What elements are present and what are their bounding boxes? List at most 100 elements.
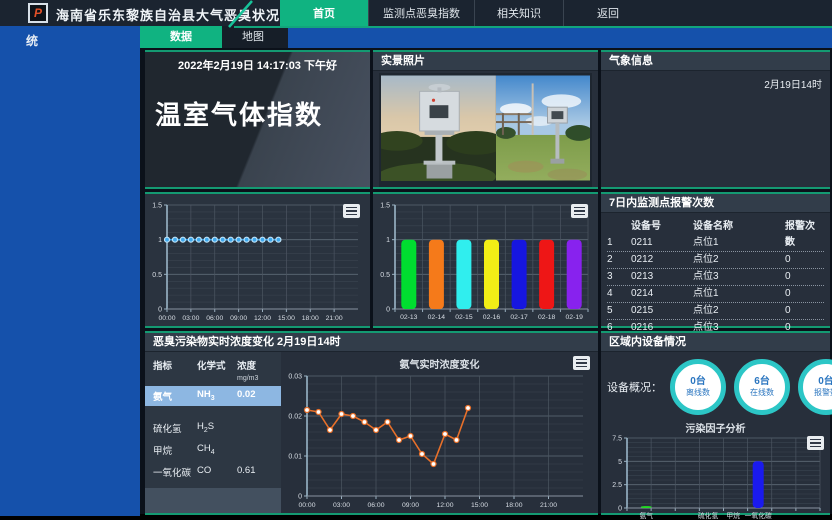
- chart-menu-icon[interactable]: [571, 204, 588, 218]
- svg-text:0.02: 0.02: [288, 414, 302, 421]
- pollutant-panel-title: 恶臭污染物实时浓度变化 2月19日14时: [145, 333, 598, 352]
- table-filler: [145, 488, 281, 513]
- chart-menu-icon[interactable]: [343, 204, 360, 218]
- alarm-panel-title: 7日内监测点报警次数: [601, 194, 830, 213]
- ammonia-chart-title: 氨气实时浓度变化: [281, 352, 598, 370]
- pollution-chart-container: 0 2.5 5 7.5 氨气 硫化氢甲烷一氧化碳: [601, 434, 830, 520]
- pollution-bar-chart: 0 2.5 5 7.5 氨气 硫化氢甲烷一氧化碳: [601, 434, 828, 520]
- svg-text:1: 1: [158, 237, 162, 244]
- photo-monitoring-station-2: [496, 75, 590, 181]
- alarm-table-row: 50215点位20: [607, 303, 824, 320]
- svg-text:09:00: 09:00: [230, 315, 247, 322]
- alarm-table-row: 40214点位10: [607, 286, 824, 303]
- alarm-table-row: 30213点位30: [607, 269, 824, 286]
- unit-label: mg/m3: [237, 375, 258, 382]
- device-stat-circle: 0台报警数: [798, 359, 832, 415]
- svg-text:7.5: 7.5: [612, 436, 622, 443]
- alarm-table-row: 20212点位20: [607, 252, 824, 269]
- daily-bar-chart-panel: 00.511.502-1302-1402-1502-1602-1702-1802…: [373, 192, 598, 328]
- svg-text:15:00: 15:00: [471, 502, 488, 509]
- svg-text:03:00: 03:00: [182, 315, 199, 322]
- svg-text:02-15: 02-15: [455, 314, 473, 321]
- photos-panel-title: 实景照片: [373, 52, 598, 71]
- device-stat-circle: 0台离线数: [670, 359, 726, 415]
- logo-glyph: P: [34, 7, 42, 19]
- svg-text:甲烷: 甲烷: [726, 511, 740, 520]
- greenhouse-line-chart: 00.511.500:0003:0006:0009:0012:0015:0018…: [145, 197, 368, 325]
- svg-text:0: 0: [298, 494, 302, 501]
- svg-text:5: 5: [618, 459, 622, 466]
- svg-text:21:00: 21:00: [326, 315, 343, 322]
- weather-datetime: 2月19日14时: [764, 76, 822, 91]
- svg-text:2.5: 2.5: [612, 482, 622, 489]
- device-stat-circle: 6台在线数: [734, 359, 790, 415]
- nav-item[interactable]: 首页: [280, 0, 368, 26]
- svg-text:0.5: 0.5: [152, 272, 162, 279]
- ammonia-chart-container: 氨气实时浓度变化 00.010.020.0300:0003:0006:0009:…: [281, 352, 598, 513]
- device-overview-label: 设备概况：: [607, 379, 662, 395]
- svg-text:12:00: 12:00: [254, 315, 271, 322]
- sidebar-title-wrap: 统: [0, 26, 140, 49]
- pollutant-panel: 恶臭污染物实时浓度变化 2月19日14时 指标 化学式 浓度 mg/m3 氨气N…: [145, 331, 598, 515]
- alarm-table: 设备号 设备名称 报警次数 10211点位1020212点位2030213点位3…: [601, 213, 830, 337]
- svg-text:1.5: 1.5: [152, 203, 162, 210]
- tab-strip: 数据地图: [140, 26, 288, 48]
- datetime-text: 2022年2月19日 14:17:03 下午好: [145, 52, 370, 73]
- pollutant-row[interactable]: 氨气NH30.02: [145, 386, 281, 406]
- svg-text:0: 0: [158, 307, 162, 314]
- svg-text:06:00: 06:00: [367, 502, 384, 509]
- tab-item[interactable]: 数据: [140, 26, 222, 48]
- pollutant-body: 指标 化学式 浓度 mg/m3 氨气NH30.02硫化氢H2S甲烷CH4一氧化碳…: [145, 352, 598, 513]
- page-title: 温室气体指数: [155, 95, 370, 132]
- content-area: 2022年2月19日 14:17:03 下午好 温室气体指数 实景照片: [140, 48, 832, 514]
- devices-panel-title: 区域内设备情况: [601, 333, 830, 352]
- nav-item[interactable]: 相关知识: [474, 0, 563, 26]
- svg-text:02-16: 02-16: [483, 314, 501, 321]
- top-header: P 海南省乐东黎族自治县大气恶臭状况实时发布系 首页监测点恶臭指数相关知识返回: [0, 0, 832, 26]
- chart-menu-icon[interactable]: [807, 436, 824, 450]
- svg-text:18:00: 18:00: [302, 315, 319, 322]
- tab-bar: 数据地图: [140, 26, 832, 48]
- photos-panel: 实景照片: [373, 50, 598, 189]
- alarm-table-panel: 7日内监测点报警次数 设备号 设备名称 报警次数 10211点位1020212点…: [601, 192, 830, 328]
- greenhouse-line-chart-panel: 00.511.500:0003:0006:0009:0012:0015:0018…: [145, 192, 370, 328]
- greeting-panel: 2022年2月19日 14:17:03 下午好 温室气体指数: [145, 50, 370, 189]
- app-root: P 海南省乐东黎族自治县大气恶臭状况实时发布系 首页监测点恶臭指数相关知识返回 …: [0, 0, 832, 520]
- svg-text:00:00: 00:00: [158, 315, 175, 322]
- svg-text:一氧化碳: 一氧化碳: [745, 511, 772, 520]
- main-nav: 首页监测点恶臭指数相关知识返回: [280, 0, 652, 26]
- svg-text:00:00: 00:00: [298, 502, 315, 509]
- sidebar: 统: [0, 26, 140, 516]
- svg-text:1: 1: [386, 237, 390, 244]
- svg-text:0.03: 0.03: [288, 374, 302, 381]
- svg-text:12:00: 12:00: [436, 502, 453, 509]
- nav-item[interactable]: 监测点恶臭指数: [368, 0, 474, 26]
- pollutant-row[interactable]: 一氧化碳CO0.61: [145, 462, 281, 482]
- svg-text:21:00: 21:00: [540, 502, 557, 509]
- svg-text:02-17: 02-17: [510, 314, 528, 321]
- svg-text:硫化氢: 硫化氢: [698, 511, 719, 520]
- svg-text:0.5: 0.5: [380, 272, 390, 279]
- chart-menu-icon[interactable]: [573, 356, 590, 370]
- svg-text:1.5: 1.5: [380, 203, 390, 210]
- alarm-table-header: 设备号 设备名称 报警次数: [607, 219, 824, 235]
- svg-text:氨气: 氨气: [640, 511, 654, 520]
- photo-monitoring-station-1: [381, 75, 496, 181]
- pollutant-row[interactable]: 甲烷CH4: [145, 440, 281, 460]
- tab-item[interactable]: 地图: [222, 26, 284, 48]
- nav-item[interactable]: 返回: [563, 0, 652, 26]
- alarm-table-row: 10211点位10: [607, 235, 824, 252]
- svg-text:03:00: 03:00: [333, 502, 350, 509]
- svg-text:0.01: 0.01: [288, 454, 302, 461]
- svg-text:0: 0: [618, 506, 622, 513]
- svg-text:02-14: 02-14: [428, 314, 446, 321]
- svg-text:02-18: 02-18: [538, 314, 556, 321]
- svg-text:02-19: 02-19: [566, 314, 584, 321]
- devices-panel: 区域内设备情况 设备概况： 0台离线数6台在线数0台报警数 污染因子分析 02.…: [601, 331, 830, 515]
- pollutant-row[interactable]: 硫化氢H2S: [145, 418, 281, 438]
- device-overview: 设备概况： 0台离线数6台在线数0台报警数: [601, 352, 830, 417]
- weather-body: 2月19日14时: [601, 71, 830, 186]
- app-logo: P: [28, 3, 48, 23]
- ammonia-line-chart: 00.010.020.0300:0003:0006:0009:0012:0015…: [281, 370, 595, 510]
- weather-panel: 气象信息 2月19日14时: [601, 50, 830, 189]
